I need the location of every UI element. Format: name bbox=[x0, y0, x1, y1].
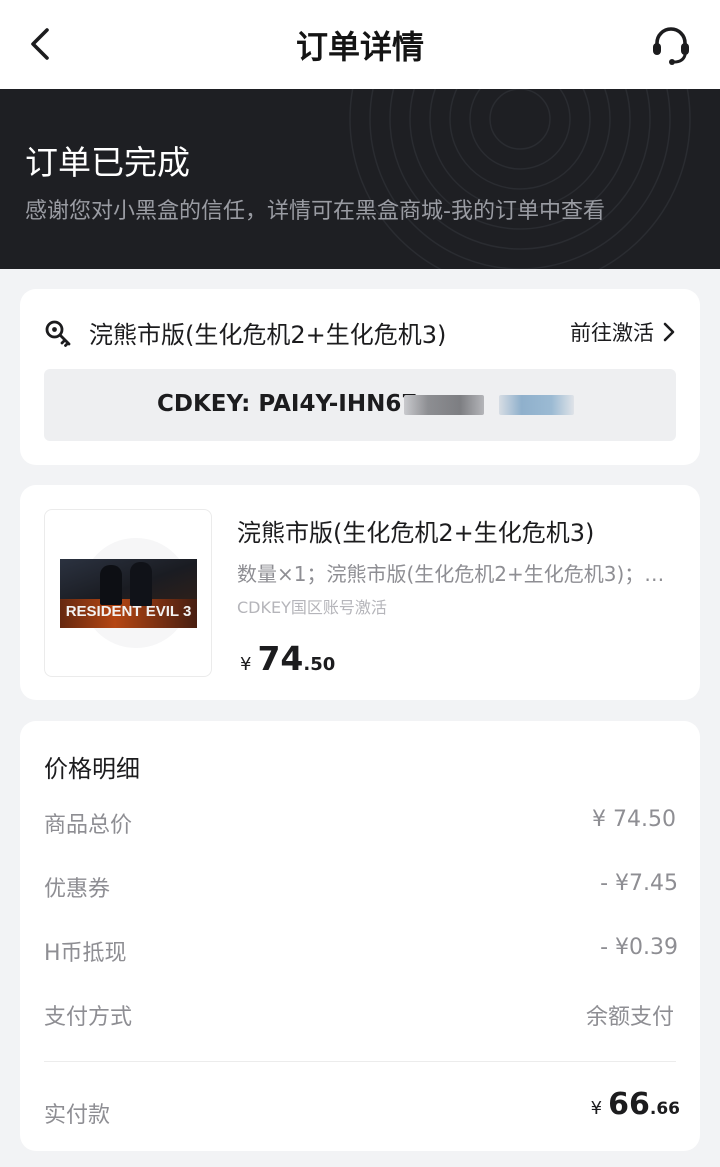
activate-label: 前往激活 bbox=[570, 321, 654, 345]
row-value-payment: 余额支付 bbox=[585, 1005, 674, 1030]
top-nav-bar: 订单详情 bbox=[0, 0, 720, 89]
product-price: ¥74.50 bbox=[240, 639, 335, 678]
paid-decimal: .66 bbox=[649, 1099, 680, 1119]
row-label-coupon: 优惠券 bbox=[44, 877, 111, 902]
product-thumbnail: RESIDENT EVIL 3 bbox=[44, 509, 212, 677]
cover-figure bbox=[130, 562, 152, 606]
product-name: 浣熊市版(生化危机2+生化危机3) bbox=[237, 519, 595, 547]
product-tag: CDKEY国区账号激活 bbox=[237, 598, 387, 617]
product-spec: 数量×1；浣熊市版(生化危机2+生化危机3)；CDKEY国区账号激活 bbox=[237, 562, 677, 586]
order-status-banner: 订单已完成 感谢您对小黑盒的信任，详情可在黑盒商城-我的订单中查看 bbox=[0, 89, 720, 269]
chevron-right-icon bbox=[663, 322, 675, 342]
cdkey-card: 浣熊市版(生化危机2+生化危机3) 前往激活 CDKEY: PAI4Y-IHN6… bbox=[20, 289, 700, 465]
page-title: 订单详情 bbox=[295, 28, 424, 66]
activate-link[interactable]: 前往激活 bbox=[570, 317, 676, 347]
price-decimal: .50 bbox=[303, 654, 336, 675]
order-status-message: 感谢您对小黑盒的信任，详情可在黑盒商城-我的订单中查看 bbox=[25, 199, 605, 224]
price-detail-card: 价格明细 商品总价 ¥ 74.50 优惠券 - ¥7.45 H币抵现 - ¥0.… bbox=[20, 721, 700, 1151]
game-cover-image: RESIDENT EVIL 3 bbox=[60, 559, 197, 628]
cover-figure bbox=[100, 565, 122, 605]
cdkey-box[interactable]: CDKEY: PAI4Y-IHN67 bbox=[44, 369, 676, 441]
product-card[interactable]: RESIDENT EVIL 3 浣熊市版(生化危机2+生化危机3) 数量×1；浣… bbox=[20, 485, 700, 700]
order-status-title: 订单已完成 bbox=[25, 143, 190, 182]
price-integer: 74 bbox=[257, 639, 304, 678]
cdkey-mask bbox=[404, 395, 484, 415]
row-value-total: ¥ 74.50 bbox=[592, 807, 676, 832]
paid-amount-value: ¥66.66 bbox=[591, 1087, 680, 1122]
paid-integer: 66 bbox=[608, 1087, 650, 1122]
headset-icon[interactable] bbox=[648, 22, 694, 68]
key-icon bbox=[45, 320, 71, 347]
row-label-payment: 支付方式 bbox=[44, 1005, 133, 1030]
price-detail-title: 价格明细 bbox=[44, 755, 140, 783]
row-value-hcoin: - ¥0.39 bbox=[600, 935, 678, 960]
divider bbox=[44, 1061, 676, 1062]
row-value-coupon: - ¥7.45 bbox=[600, 871, 678, 896]
paid-amount-label: 实付款 bbox=[44, 1103, 111, 1128]
cdkey-product-name: 浣熊市版(生化危机2+生化危机3) bbox=[89, 321, 447, 349]
row-label-hcoin: H币抵现 bbox=[44, 941, 127, 966]
row-label-total: 商品总价 bbox=[44, 813, 133, 838]
currency-symbol: ¥ bbox=[590, 1098, 603, 1119]
cdkey-value: CDKEY: PAI4Y-IHN67 bbox=[157, 391, 418, 417]
currency-symbol: ¥ bbox=[240, 654, 252, 675]
cdkey-mask bbox=[499, 395, 574, 415]
cover-logo: RESIDENT EVIL 3 bbox=[65, 603, 192, 620]
